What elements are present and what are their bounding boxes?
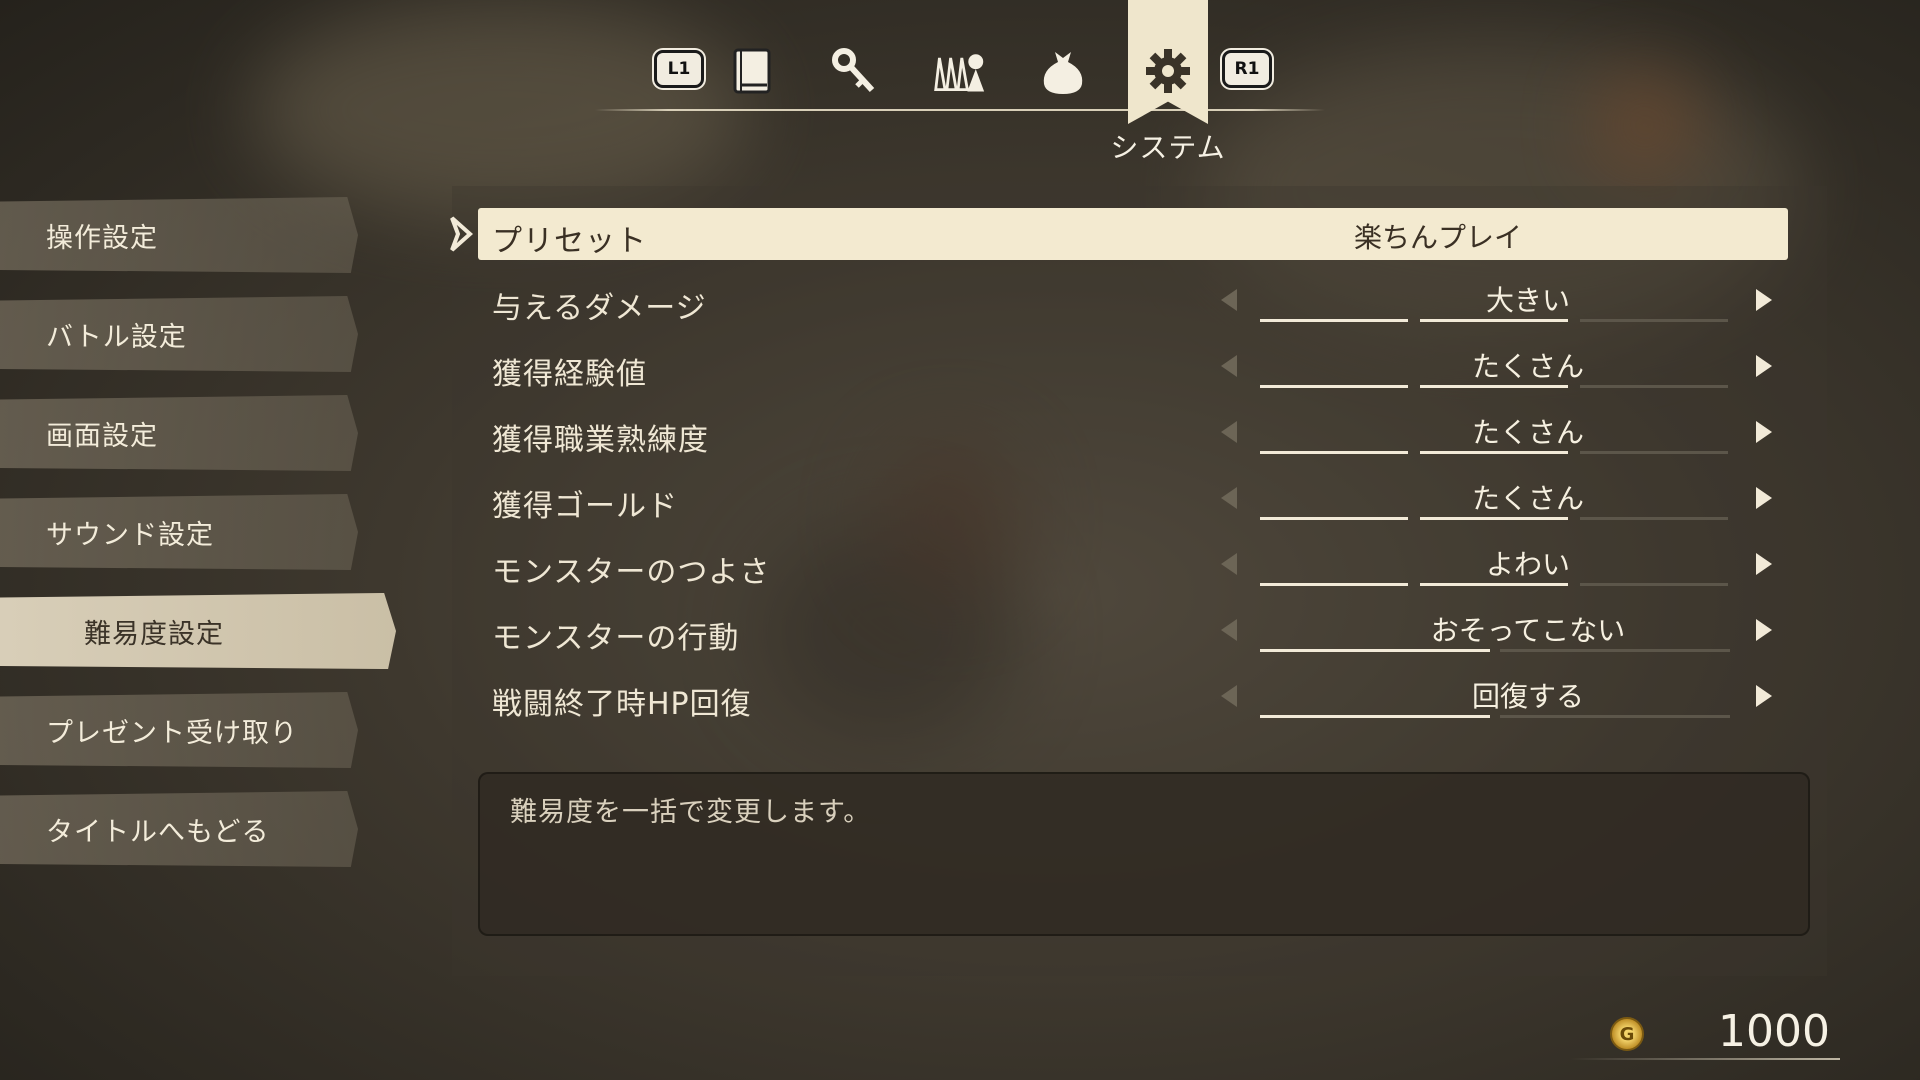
gold-amount: 1000 — [1718, 1006, 1830, 1057]
menu-item-label: プレゼント受け取り — [46, 717, 298, 749]
setting-row[interactable]: モンスターのつよさ よわい — [478, 539, 1788, 591]
setting-label: プリセット — [492, 224, 647, 259]
right-arrow-icon[interactable] — [1756, 289, 1772, 311]
level-segment — [1580, 319, 1728, 322]
left-arrow-icon[interactable] — [1221, 289, 1237, 311]
level-segment — [1260, 649, 1490, 652]
left-arrow-icon[interactable] — [1221, 355, 1237, 377]
level-segment — [1420, 583, 1568, 586]
right-arrow-icon[interactable] — [1756, 355, 1772, 377]
setting-row[interactable]: 獲得ゴールド たくさん — [478, 473, 1788, 525]
setting-row[interactable]: 与えるダメージ 大きい — [478, 275, 1788, 327]
level-segment — [1420, 385, 1568, 388]
level-segment — [1500, 649, 1730, 652]
menu-item-battle[interactable]: バトル設定 — [0, 296, 358, 372]
setting-label: 与えるダメージ — [492, 291, 707, 326]
menu-item-label: バトル設定 — [46, 321, 187, 353]
level-segment — [1260, 715, 1490, 718]
level-segment — [1260, 451, 1408, 454]
setting-value: 回復する — [1471, 680, 1584, 713]
setting-value: たくさん — [1471, 482, 1584, 515]
right-arrow-icon[interactable] — [1756, 487, 1772, 509]
book-icon[interactable] — [726, 44, 780, 98]
active-tab-label: システム — [1110, 131, 1226, 164]
setting-label: 戦闘終了時HP回復 — [492, 687, 752, 722]
level-segment — [1580, 385, 1728, 388]
level-segment — [1580, 517, 1728, 520]
left-arrow-icon[interactable] — [1221, 487, 1237, 509]
menu-item-sound[interactable]: サウンド設定 — [0, 494, 358, 570]
level-segment — [1420, 451, 1568, 454]
left-arrow-icon[interactable] — [1221, 619, 1237, 641]
level-segment — [1580, 583, 1728, 586]
setting-label: 獲得経験値 — [492, 357, 647, 392]
key-icon[interactable] — [828, 44, 882, 98]
selection-cursor-icon — [450, 216, 474, 252]
level-segment — [1500, 715, 1730, 718]
setting-label: モンスターの行動 — [492, 621, 740, 656]
r1-button[interactable]: R1 — [1222, 50, 1272, 88]
menu-item-label: 難易度設定 — [84, 618, 224, 650]
left-arrow-icon[interactable] — [1221, 553, 1237, 575]
setting-value: たくさん — [1471, 416, 1584, 449]
left-arrow-icon[interactable] — [1221, 421, 1237, 443]
setting-label: 獲得ゴールド — [492, 489, 678, 524]
top-tab-bar: L1 システム R1 — [0, 0, 1920, 164]
menu-item-return-title[interactable]: タイトルへもどる — [0, 791, 358, 867]
menu-item-controls[interactable]: 操作設定 — [0, 197, 358, 273]
menu-item-label: サウンド設定 — [46, 519, 214, 551]
preset-row[interactable]: プリセット 楽ちんプレイ — [478, 208, 1788, 260]
level-segment — [1420, 517, 1568, 520]
right-arrow-icon[interactable] — [1756, 421, 1772, 443]
menu-item-label: 操作設定 — [46, 222, 158, 254]
menu-item-label: タイトルへもどる — [46, 816, 270, 848]
level-segment — [1260, 319, 1408, 322]
description-text: 難易度を一括で変更します。 — [510, 797, 872, 828]
level-segment — [1420, 319, 1568, 322]
setting-row[interactable]: 獲得職業熟練度 たくさん — [478, 407, 1788, 459]
menu-item-presents[interactable]: プレゼント受け取り — [0, 692, 358, 768]
setting-row[interactable]: 獲得経験値 たくさん — [478, 341, 1788, 393]
l1-button[interactable]: L1 — [654, 50, 704, 88]
left-arrow-icon[interactable] — [1221, 685, 1237, 707]
right-arrow-icon[interactable] — [1756, 619, 1772, 641]
bag-icon[interactable] — [1036, 44, 1090, 98]
gear-icon — [1141, 44, 1195, 98]
setting-row[interactable]: 戦闘終了時HP回復 回復する — [478, 671, 1788, 723]
level-segment — [1260, 583, 1408, 586]
setting-value: 大きい — [1485, 284, 1570, 317]
tab-bar-divider — [595, 109, 1325, 111]
setting-label: 獲得職業熟練度 — [492, 423, 709, 458]
level-segment — [1260, 385, 1408, 388]
menu-item-difficulty[interactable]: 難易度設定 — [0, 593, 396, 669]
description-box: 難易度を一括で変更します。 — [478, 772, 1810, 936]
menu-item-label: 画面設定 — [46, 420, 158, 452]
setting-value: おそってこない — [1430, 614, 1626, 647]
setting-row[interactable]: モンスターの行動 おそってこない — [478, 605, 1788, 657]
gold-divider — [1570, 1058, 1840, 1060]
party-icon[interactable] — [932, 44, 986, 98]
preset-value: 楽ちんプレイ — [1353, 221, 1522, 254]
level-segment — [1580, 451, 1728, 454]
level-segment — [1260, 517, 1408, 520]
setting-value: たくさん — [1471, 350, 1584, 383]
right-arrow-icon[interactable] — [1756, 553, 1772, 575]
menu-item-display[interactable]: 画面設定 — [0, 395, 358, 471]
setting-value: よわい — [1485, 548, 1570, 581]
right-arrow-icon[interactable] — [1756, 685, 1772, 707]
setting-label: モンスターのつよさ — [492, 555, 771, 590]
gold-coin-icon: G — [1610, 1017, 1644, 1051]
